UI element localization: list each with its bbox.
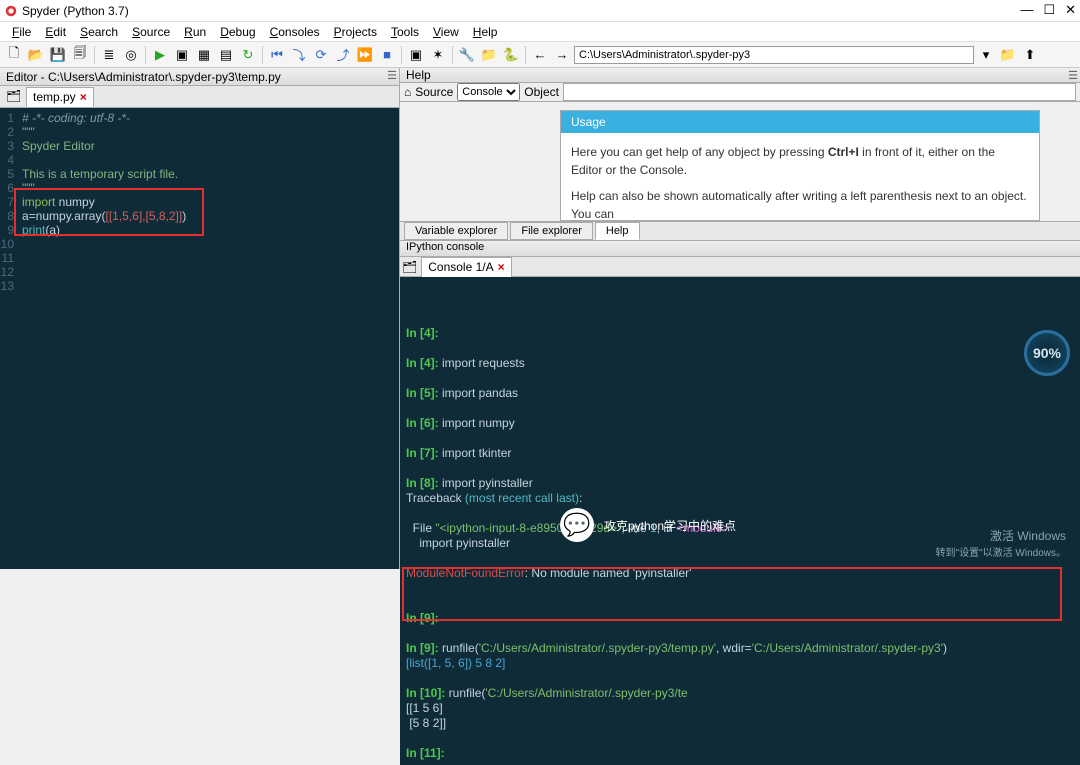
save-all-icon[interactable]: 🗐 <box>70 45 90 65</box>
list-icon[interactable]: ≣ <box>99 45 119 65</box>
debug-into-icon[interactable]: ⤵ <box>289 45 309 65</box>
separator <box>401 46 402 64</box>
parent-dir-icon[interactable]: ⬆ <box>1020 45 1040 65</box>
workdir-dropdown-icon[interactable]: ▾ <box>976 45 996 65</box>
window-title: Spyder (Python 3.7) <box>22 4 129 18</box>
menu-edit[interactable]: Edit <box>39 23 72 41</box>
console-tabbar: 🗂 Console 1/A × <box>400 257 1080 277</box>
wechat-icon: 💬 <box>560 508 594 542</box>
editor-pane-title: Editor - C:\Users\Administrator\.spyder-… <box>0 68 399 86</box>
new-file-icon[interactable]: 🗋 <box>4 45 24 65</box>
activate-windows: 激活 Windows 转到"设置"以激活 Windows。 <box>936 527 1066 559</box>
run-icon[interactable]: ▶ <box>150 45 170 65</box>
help-usage-header: Usage <box>561 111 1039 133</box>
browse-tabs-icon[interactable]: 🗂 <box>402 260 417 274</box>
pane-options-icon[interactable]: ☰ <box>1068 69 1078 82</box>
help-source-label: Source <box>415 85 453 99</box>
debug-out-icon[interactable]: ⤴ <box>333 45 353 65</box>
menu-source[interactable]: Source <box>126 23 176 41</box>
help-toolbar: ⌂ Source Console Object <box>400 83 1080 102</box>
debug-continue-icon[interactable]: ⏩ <box>355 45 375 65</box>
help-content: Usage Here you can get help of any objec… <box>560 110 1040 221</box>
separator <box>262 46 263 64</box>
browse-dir-icon[interactable]: 📁 <box>998 45 1018 65</box>
debug-over-icon[interactable]: ⟳ <box>311 45 331 65</box>
console-tab[interactable]: Console 1/A × <box>421 257 511 277</box>
pane-options-icon[interactable]: ☰ <box>387 69 397 82</box>
help-title-label: Help <box>406 68 431 82</box>
tab-variable-explorer[interactable]: Variable explorer <box>404 222 508 240</box>
separator <box>145 46 146 64</box>
spyder-logo-icon <box>4 4 18 18</box>
menu-tools[interactable]: Tools <box>385 23 425 41</box>
maximize-pane-icon[interactable]: ▣ <box>406 45 426 65</box>
help-home-icon[interactable]: ⌂ <box>404 85 411 99</box>
editor-pane: Editor - C:\Users\Administrator\.spyder-… <box>0 68 400 569</box>
help-object-input[interactable] <box>563 83 1076 101</box>
browse-tabs-icon[interactable]: 🗂 <box>6 89 22 105</box>
watermark: 💬 攻克python学习中的难点 <box>560 508 736 542</box>
menu-consoles[interactable]: Consoles <box>264 23 326 41</box>
help-object-label: Object <box>524 85 559 99</box>
menu-file[interactable]: File <box>6 23 37 41</box>
menubar: FileEditSearchSourceRunDebugConsolesProj… <box>0 22 1080 42</box>
code-editor[interactable]: 12345678910111213 # -*- coding: utf-8 -*… <box>0 108 399 569</box>
fullscreen-icon[interactable]: ✶ <box>428 45 448 65</box>
maximize-button[interactable]: ☐ <box>1043 2 1055 18</box>
ipython-console[interactable]: In [4]: In [4]: import requests In [5]: … <box>400 277 1080 765</box>
help-pane-title: Help ☰ <box>400 68 1080 83</box>
titlebar: Spyder (Python 3.7) — ☐ ✕ <box>0 0 1080 22</box>
menu-run[interactable]: Run <box>178 23 212 41</box>
progress-badge: 90% <box>1024 330 1070 376</box>
menu-projects[interactable]: Projects <box>328 23 383 41</box>
separator <box>94 46 95 64</box>
run-cell-advance-icon[interactable]: ▦ <box>194 45 214 65</box>
forward-icon[interactable]: → <box>552 45 572 65</box>
debug-stop-icon[interactable]: ■ <box>377 45 397 65</box>
close-tab-icon[interactable]: × <box>498 260 505 274</box>
pythonpath-icon[interactable]: 📁 <box>479 45 499 65</box>
rerun-icon[interactable]: ↻ <box>238 45 258 65</box>
console-tab-label: Console 1/A <box>428 260 493 274</box>
debug-step-icon[interactable]: ⏮ <box>267 45 287 65</box>
minimize-button[interactable]: — <box>1020 2 1033 18</box>
close-tab-icon[interactable]: × <box>80 90 87 104</box>
save-icon[interactable]: 💾 <box>48 45 68 65</box>
run-selection-icon[interactable]: ▤ <box>216 45 236 65</box>
menu-help[interactable]: Help <box>467 23 504 41</box>
run-cell-icon[interactable]: ▣ <box>172 45 192 65</box>
toolbar: 🗋 📂 💾 🗐 ≣ ◎ ▶ ▣ ▦ ▤ ↻ ⏮ ⤵ ⟳ ⤴ ⏩ ■ ▣ ✶ 🔧 … <box>0 42 1080 68</box>
editor-tab[interactable]: temp.py × <box>26 87 94 107</box>
tab-file-explorer[interactable]: File explorer <box>510 222 593 240</box>
menu-search[interactable]: Search <box>74 23 124 41</box>
editor-tabbar: 🗂 temp.py × <box>0 86 399 108</box>
console-pane-title: IPython console <box>400 241 1080 257</box>
help-source-select[interactable]: Console <box>457 83 520 101</box>
close-button[interactable]: ✕ <box>1065 2 1076 18</box>
back-icon[interactable]: ← <box>530 45 550 65</box>
workdir-input[interactable] <box>574 46 974 64</box>
editor-tab-label: temp.py <box>33 90 76 104</box>
help-bottom-tabs: Variable explorerFile explorerHelp <box>400 222 1080 241</box>
menu-view[interactable]: View <box>427 23 465 41</box>
open-file-icon[interactable]: 📂 <box>26 45 46 65</box>
menu-debug[interactable]: Debug <box>214 23 261 41</box>
separator <box>525 46 526 64</box>
help-text: Here you can get help of any object by p… <box>561 133 1039 221</box>
tab-help[interactable]: Help <box>595 222 640 240</box>
editor-pane-path: Editor - C:\Users\Administrator\.spyder-… <box>6 70 281 84</box>
prefs-icon[interactable]: 🔧 <box>457 45 477 65</box>
separator <box>452 46 453 64</box>
config-icon[interactable]: ◎ <box>121 45 141 65</box>
python-icon[interactable]: 🐍 <box>501 45 521 65</box>
